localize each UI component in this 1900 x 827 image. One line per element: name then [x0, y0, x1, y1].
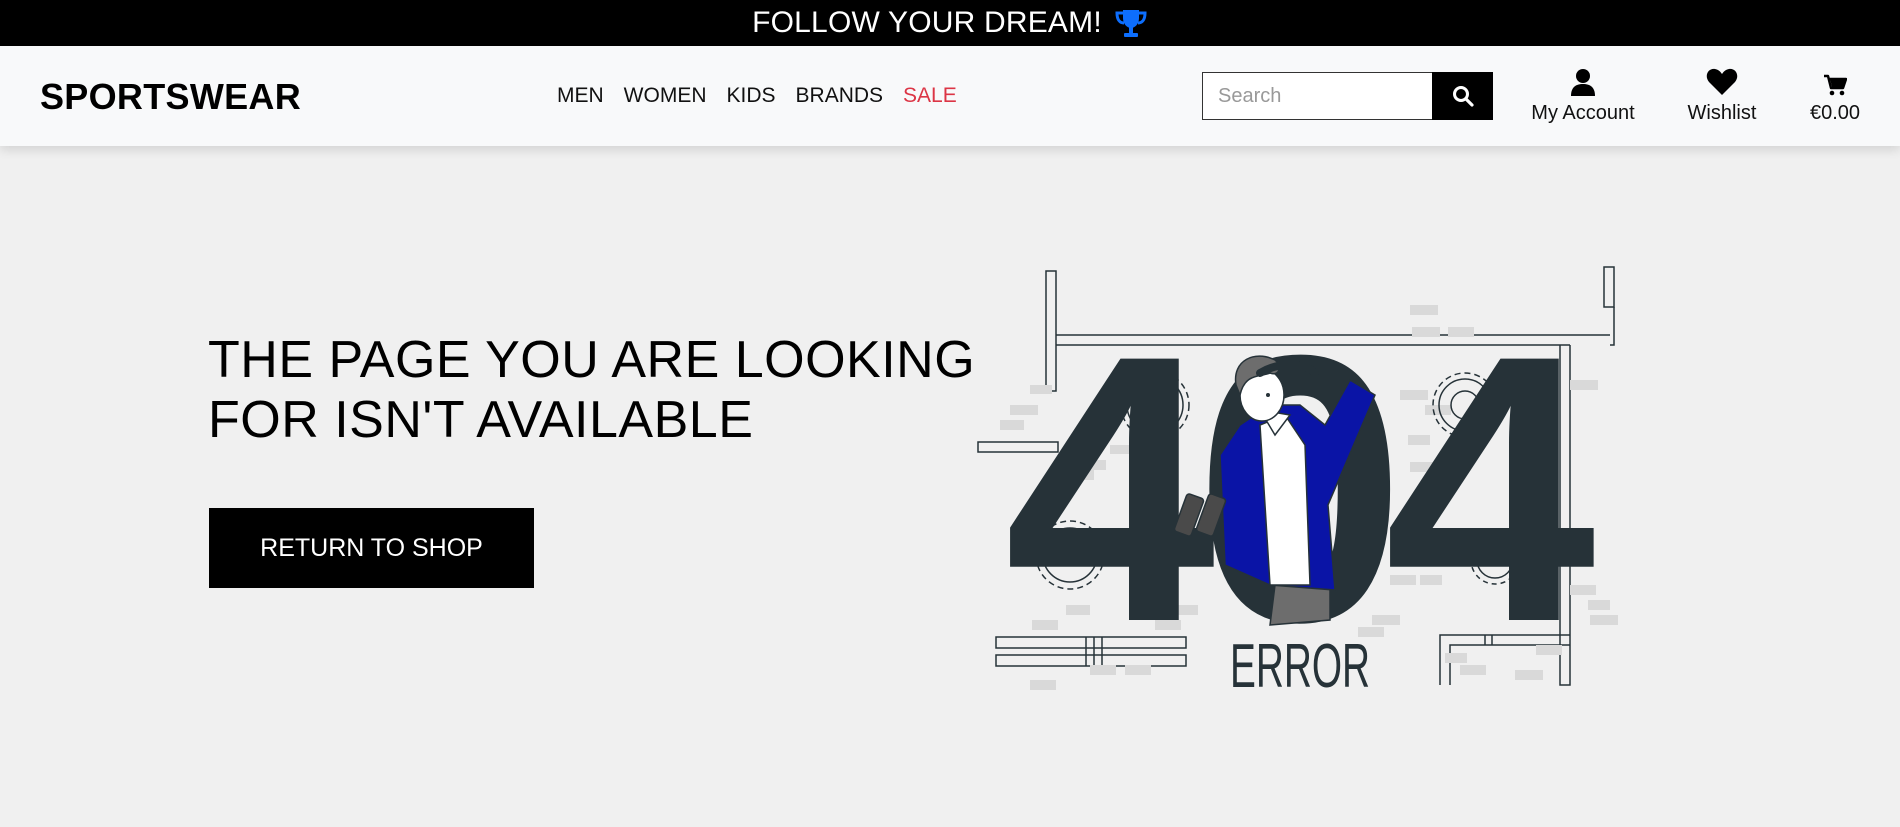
- user-icon: [1571, 69, 1595, 96]
- search-form: [1202, 72, 1493, 120]
- digit-four-right: 4: [1384, 276, 1598, 701]
- cart-icon: [1824, 74, 1847, 96]
- account-link[interactable]: My Account: [1528, 66, 1638, 125]
- site-header: SPORTSWEAR MEN WOMEN KIDS BRANDS SALE My…: [0, 46, 1900, 146]
- digit-four-left: 4: [1004, 276, 1218, 701]
- search-input[interactable]: [1202, 72, 1432, 120]
- site-logo[interactable]: SPORTSWEAR: [40, 76, 301, 118]
- main-nav: MEN WOMEN KIDS BRANDS SALE: [557, 84, 957, 108]
- trophy-icon: [1114, 7, 1148, 39]
- search-button[interactable]: [1432, 72, 1493, 120]
- error-caption: ERROR: [1230, 632, 1370, 701]
- page-title: THE PAGE YOU ARE LOOKING FOR ISN'T AVAIL…: [208, 330, 975, 450]
- cart-link[interactable]: €0.00: [1800, 66, 1870, 125]
- nav-item-women[interactable]: WOMEN: [624, 84, 707, 108]
- return-to-shop-button[interactable]: RETURN TO SHOP: [209, 508, 534, 588]
- nav-item-brands[interactable]: BRANDS: [796, 84, 884, 108]
- nav-item-kids[interactable]: KIDS: [727, 84, 776, 108]
- error-404-illustration: 4 0 4 ERROR: [977, 266, 1618, 701]
- promo-text: FOLLOW YOUR DREAM!: [752, 6, 1102, 39]
- wishlist-label: Wishlist: [1687, 102, 1757, 124]
- promo-banner: FOLLOW YOUR DREAM!: [0, 0, 1900, 46]
- nav-item-men[interactable]: MEN: [557, 84, 604, 108]
- wishlist-link[interactable]: Wishlist: [1682, 66, 1762, 125]
- page-title-line-2: FOR ISN'T AVAILABLE: [208, 391, 754, 449]
- heart-icon: [1706, 68, 1738, 95]
- page-title-line-1: THE PAGE YOU ARE LOOKING: [208, 331, 976, 389]
- nav-item-sale[interactable]: SALE: [903, 84, 957, 108]
- account-label: My Account: [1531, 102, 1635, 124]
- search-icon: [1452, 86, 1474, 107]
- cart-total: €0.00: [1809, 102, 1861, 124]
